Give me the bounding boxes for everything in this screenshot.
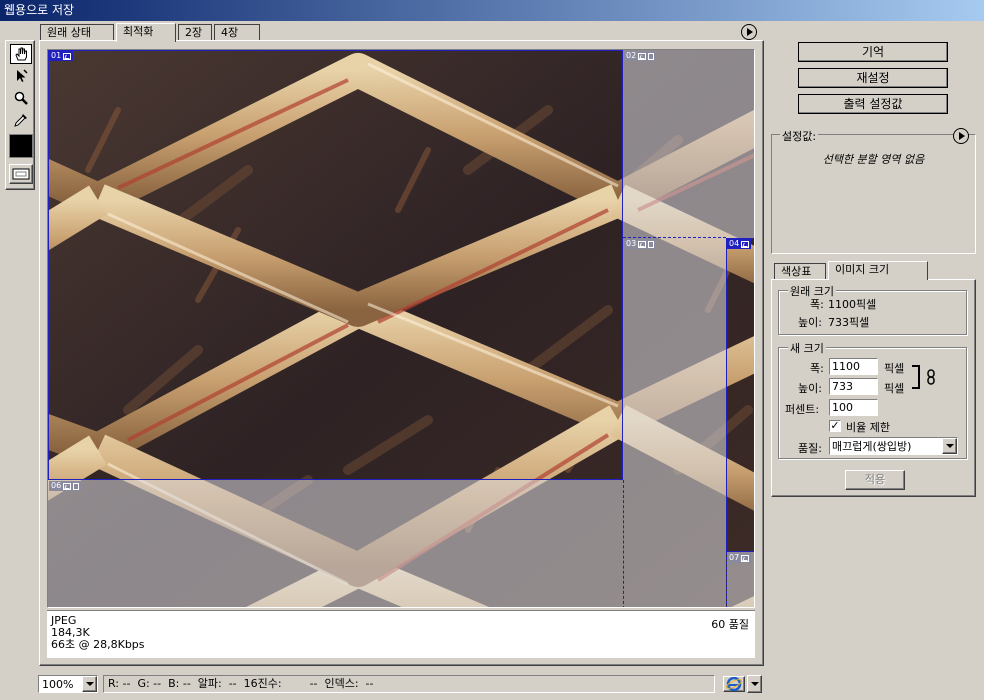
hand-tool[interactable] <box>10 44 32 64</box>
auto-slice-icon <box>648 52 655 60</box>
slice-border <box>48 50 623 51</box>
width-input[interactable]: 1100 <box>829 358 878 375</box>
eyedropper-tool[interactable] <box>10 110 32 130</box>
image-size-panel: 원래 크기 폭: 1100픽셀 높이: 733픽셀 새 크기 폭: 1100 픽… <box>771 279 976 497</box>
resample-quality-select[interactable]: 매끄럽게(쌍입방) <box>829 437 958 455</box>
slice-label-04[interactable]: 04 <box>727 239 752 249</box>
check-icon: ✓ <box>830 419 840 432</box>
window-title: 웹용으로 저장 <box>0 0 984 21</box>
tab-optimized[interactable]: 최적화 <box>116 23 176 42</box>
image-slice-icon <box>741 554 750 562</box>
tab-2up[interactable]: 2장 <box>178 24 212 41</box>
preview-browser-button[interactable] <box>723 676 745 692</box>
no-slice-selected-message: 선택한 분할 영역 없음 <box>822 153 925 166</box>
slice-number: 02 <box>626 51 637 60</box>
slice-border <box>623 480 624 607</box>
zoom-tool[interactable] <box>10 88 32 108</box>
slice-label-03[interactable]: 03 <box>624 239 657 249</box>
chevron-down-icon[interactable] <box>942 438 957 454</box>
slice-03-overlay <box>623 238 726 607</box>
height-unit: 픽셀 <box>884 382 905 395</box>
image-slice-icon <box>638 240 647 248</box>
constrain-proportions-checkbox[interactable]: ✓ <box>829 420 841 432</box>
original-width-value: 1100픽셀 <box>828 298 877 311</box>
apply-button[interactable]: 적용 <box>845 470 905 490</box>
output-settings-button[interactable]: 출력 설정값 <box>798 94 948 114</box>
zoom-icon <box>14 91 28 105</box>
slice-border <box>726 551 754 552</box>
optimization-info: JPEG 184,3K 66초 @ 28,8Kbps 60 품질 <box>47 610 755 658</box>
quality-readout: 60 품질 <box>711 618 749 631</box>
preview-in-browser <box>723 674 765 694</box>
slice-border <box>623 237 726 238</box>
chevron-down-icon[interactable] <box>747 675 762 693</box>
slice-visibility-icon <box>12 168 30 180</box>
slice-number: 07 <box>729 553 740 562</box>
image-slice-icon <box>63 52 72 60</box>
slice-border <box>48 50 49 480</box>
original-height-label: 높이: <box>798 316 822 329</box>
toolbox <box>5 40 35 190</box>
image-slice-icon <box>638 52 647 60</box>
slice-06-overlay <box>48 480 623 607</box>
image-preview[interactable]: 01 02 03 04 06 07 <box>47 49 755 608</box>
tab-color-table[interactable]: 색상표 <box>774 263 826 280</box>
slice-border <box>48 479 623 480</box>
color-info-bar: R: -- G: -- B: -- 알파: -- 16진수: -- 인덱스: -… <box>103 675 715 693</box>
slice-select-tool[interactable] <box>10 66 32 86</box>
resample-quality-value: 매끄럽게(쌍입방) <box>832 440 912 453</box>
zoom-dropdown[interactable]: 100% <box>38 675 98 693</box>
download-time: 66초 @ 28,8Kbps <box>51 638 145 651</box>
slice-number: 06 <box>51 481 62 490</box>
height-input[interactable]: 733 <box>829 378 878 395</box>
slice-label-02[interactable]: 02 <box>624 51 657 61</box>
tab-4up[interactable]: 4장 <box>214 24 260 41</box>
chain-link-icon <box>927 369 935 385</box>
tab-original[interactable]: 원래 상태 <box>40 24 114 41</box>
original-height-value: 733픽셀 <box>828 316 870 329</box>
percent-label: 퍼센트: <box>785 403 820 416</box>
slice-label-07[interactable]: 07 <box>727 553 752 563</box>
slice-number: 03 <box>626 239 637 248</box>
eyedropper-color-swatch[interactable] <box>9 134 33 158</box>
hand-icon <box>15 47 27 61</box>
browser-icon <box>726 677 742 691</box>
constrain-proportions-label: 비율 제한 <box>846 421 890 434</box>
reset-button[interactable]: 재설정 <box>798 68 948 88</box>
width-unit: 픽셀 <box>884 362 905 375</box>
slice-border <box>726 238 727 552</box>
remember-button[interactable]: 기억 <box>798 42 948 62</box>
slice-select-icon <box>17 69 28 82</box>
original-width-label: 폭: <box>810 298 824 311</box>
tab-image-size[interactable]: 이미지 크기 <box>828 261 928 280</box>
new-width-label: 폭: <box>810 362 824 375</box>
slice-border <box>622 50 623 480</box>
quality-label: 품질: <box>798 442 822 455</box>
slice-label-01[interactable]: 01 <box>49 51 74 61</box>
slice-number: 04 <box>729 239 740 248</box>
new-height-label: 높이: <box>798 382 822 395</box>
new-size-label: 새 크기 <box>788 340 826 356</box>
chevron-down-icon[interactable] <box>82 676 97 692</box>
constrain-link-bracket <box>912 365 920 389</box>
auto-slice-icon <box>73 482 80 490</box>
auto-slice-icon <box>648 240 655 248</box>
optimize-menu-button[interactable] <box>741 24 757 40</box>
image-slice-icon <box>741 240 750 248</box>
image-slice-icon <box>63 482 72 490</box>
zoom-value: 100% <box>42 677 74 691</box>
slice-number: 01 <box>51 51 62 60</box>
toggle-slice-visibility-button[interactable] <box>9 164 33 184</box>
settings-label: 설정값: <box>780 128 819 144</box>
percent-input[interactable]: 100 <box>829 399 878 416</box>
settings-group: 설정값: 선택한 분할 영역 없음 <box>771 128 976 254</box>
slice-label-06[interactable]: 06 <box>49 481 82 491</box>
slice-02-overlay <box>623 50 754 238</box>
eyedropper-icon <box>14 114 27 127</box>
settings-menu-button[interactable] <box>953 128 969 144</box>
